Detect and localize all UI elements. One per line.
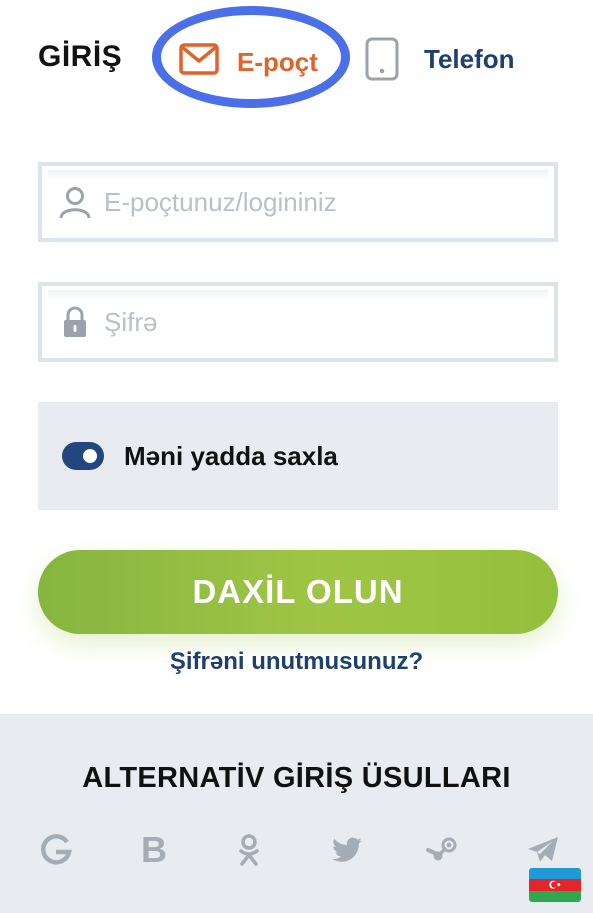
remember-me-row: Məni yadda saxla [38,402,558,510]
login-screen: GİRİŞ E-poçt Telefon Məni [0,0,593,913]
google-login-button[interactable] [36,830,76,870]
flag-stripe-green [529,890,581,902]
tab-email-label: E-poçt [237,47,318,77]
toggle-knob [83,449,97,463]
email-input[interactable] [104,186,524,218]
steam-icon [426,837,457,861]
odnoklassniki-icon [239,834,259,866]
lock-icon [64,306,86,337]
email-field [38,162,558,242]
remember-me-toggle[interactable] [62,442,104,470]
odnoklassniki-login-button[interactable] [229,830,269,870]
telegram-icon [528,837,558,862]
mail-icon [179,43,219,75]
telegram-login-button[interactable] [523,830,563,870]
remember-me-label: Məni yadda saxla [124,440,338,471]
b-login-button[interactable]: B [134,830,174,870]
azerbaijan-flag-icon[interactable] [529,868,581,902]
crescent-star-icon [549,881,561,889]
flag-stripe-blue [529,868,581,880]
tab-email[interactable]: E-poçt [152,6,350,108]
forgot-password-link[interactable]: Şifrəni unutmusunuz? [0,648,593,676]
twitter-login-button[interactable] [327,830,367,870]
b-icon: B [141,829,167,870]
password-field [38,282,558,362]
steam-login-button[interactable] [423,830,463,870]
password-input[interactable] [104,306,524,338]
twitter-icon [332,837,362,862]
google-icon [41,834,72,865]
alternative-login-section: ALTERNATİV GİRİŞ ÜSULLARI B [0,714,593,913]
tab-phone[interactable]: Telefon [364,36,515,82]
phone-icon [365,37,399,81]
alternative-login-title: ALTERNATİV GİRİŞ ÜSULLARI [82,762,511,794]
user-icon [59,187,91,219]
page-title: GİRİŞ [38,40,123,73]
flag-stripe-red [529,879,581,891]
tab-phone-label: Telefon [424,43,515,74]
login-button[interactable]: DAXİL OLUN [38,550,558,634]
